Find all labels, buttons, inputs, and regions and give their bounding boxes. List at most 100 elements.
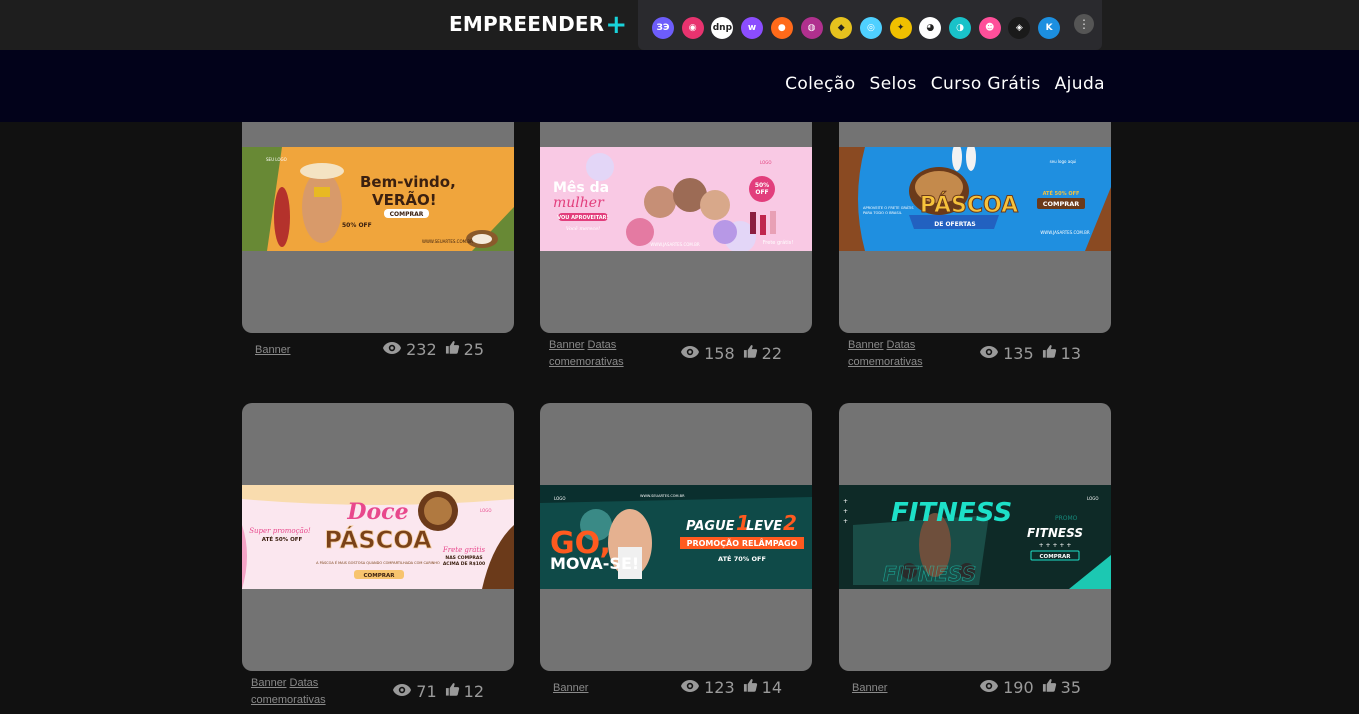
app-icon-13[interactable]: ◈ [1008,17,1031,39]
tag-link[interactable]: Banner [848,339,883,351]
svg-text:LOGO: LOGO [480,508,491,513]
brand-plus-icon: + [605,10,628,40]
app-icon-10[interactable]: ◕ [919,17,942,39]
svg-text:PARA TODO O BRASIL: PARA TODO O BRASIL [863,211,902,215]
views-count: 135 [1003,344,1034,363]
svg-text:COMPRAR: COMPRAR [1043,200,1080,208]
likes-count: 12 [463,682,484,701]
app-icon-1[interactable]: ЗЭ [652,17,674,39]
app-icon-5[interactable]: ● [770,17,793,39]
eye-icon [680,344,700,363]
views-count: 232 [406,340,437,359]
app-icon-8[interactable]: ◎ [859,17,882,39]
likes-count: 13 [1060,344,1081,363]
svg-text:2: 2 [783,511,797,535]
apps-more-icon[interactable]: ⋮ [1074,14,1094,34]
thumbs-up-icon[interactable] [743,344,758,363]
eye-icon [680,678,700,697]
svg-text:ATÉ 50% OFF: ATÉ 50% OFF [262,535,303,543]
card-tags: Banner [852,680,952,697]
svg-text:Bem-vindo,: Bem-vindo, [360,173,456,191]
app-icon-14[interactable]: K [1038,17,1061,39]
banner-card[interactable]: PÁSCOA DE OFERTAS ATÉ 50% OFF COMPRAR se… [839,122,1111,333]
svg-text:LOGO: LOGO [760,160,771,165]
svg-text:VOU APROVEITAR!: VOU APROVEITAR! [557,215,609,221]
svg-text:PAGUE: PAGUE [686,519,735,534]
likes-count: 35 [1060,678,1081,697]
card-stats: 232 25 [382,340,488,359]
svg-text:FITNESS: FITNESS [891,498,1012,528]
svg-text:DE OFERTAS: DE OFERTAS [934,221,975,228]
app-icon-6[interactable]: ◍ [800,17,823,39]
card-stats: 158 22 [680,344,786,363]
thumbs-up-icon[interactable] [445,340,460,359]
svg-text:+: + [843,498,848,505]
svg-text:seu logo aqui: seu logo aqui [1050,159,1077,164]
nav-selos[interactable]: Selos [870,74,917,94]
svg-text:mulher: mulher [553,195,605,211]
tag-link[interactable]: Banner [852,682,887,694]
banner-card[interactable]: Mês da mulher VOU APROVEITAR! Você merec… [540,122,812,333]
svg-text:LOGO: LOGO [1087,496,1098,501]
nav-curso-gratis[interactable]: Curso Grátis [931,74,1041,94]
app-icon-3[interactable]: dnp [711,17,734,39]
banner-card[interactable]: Doce PÁSCOA Super promoção! ATÉ 50% OFF … [242,403,514,671]
views-count: 158 [704,344,735,363]
banner-image[interactable]: Bem-vindo, VERÃO! COMPRAR 50% OFF SEU LO… [242,147,514,251]
svg-text:Doce: Doce [346,499,408,525]
tag-link[interactable]: Banner [255,344,290,356]
eye-icon [979,344,999,363]
main-navbar: Coleção Selos Curso Grátis Ajuda [0,50,1359,122]
thumbs-up-icon[interactable] [445,682,460,701]
svg-text:Você merece!: Você merece! [566,225,600,232]
nav-ajuda[interactable]: Ajuda [1055,74,1105,94]
svg-text:MOVA-SE!: MOVA-SE! [550,554,639,573]
banner-image[interactable]: Doce PÁSCOA Super promoção! ATÉ 50% OFF … [242,485,514,589]
brand-logo[interactable]: EMPREENDER+ [449,12,627,38]
banner-card[interactable]: FITNESS FITNESS PROMO FITNESS + + + + + … [839,403,1111,671]
brand-name: EMPREENDER [449,12,605,36]
svg-text:PÁSCOA: PÁSCOA [920,192,1018,218]
svg-text:Frete grátis: Frete grátis [442,546,486,554]
svg-text:FITNESS: FITNESS [1027,526,1083,540]
svg-text:+: + [843,518,848,525]
svg-text:+: + [843,508,848,515]
card-meta: Banner Datas comemorativas 71 12 [242,673,514,709]
card-meta: Banner 123 14 [540,673,812,709]
svg-text:50%: 50% [755,182,769,189]
tag-link[interactable]: Banner [549,339,584,351]
thumbs-up-icon[interactable] [743,678,758,697]
thumbs-up-icon[interactable] [1042,344,1057,363]
app-icon-11[interactable]: ◑ [949,17,971,39]
likes-count: 25 [463,340,484,359]
svg-text:FITNESS: FITNESS [883,562,976,586]
banner-image[interactable]: GO, MOVA-SE! PAGUE 1 LEVE 2 PROMOÇÃO REL… [540,485,812,589]
app-icon-2[interactable]: ◉ [681,17,704,39]
top-bar: EMPREENDER+ ЗЭ ◉ dnp w ● ◍ ◆ ◎ ✦ ◕ ◑ ☻ ◈ K ⋮ [0,0,1359,50]
svg-text:WWW.JASARTES.COM.BR: WWW.JASARTES.COM.BR [650,242,700,247]
svg-text:ACIMA DE R$100: ACIMA DE R$100 [443,561,485,567]
app-icon-4[interactable]: w [741,17,764,39]
app-icon-9[interactable]: ✦ [889,17,912,39]
banner-image[interactable]: PÁSCOA DE OFERTAS ATÉ 50% OFF COMPRAR se… [839,147,1111,251]
thumbs-up-icon[interactable] [1042,678,1057,697]
banner-card[interactable]: GO, MOVA-SE! PAGUE 1 LEVE 2 PROMOÇÃO REL… [540,403,812,671]
card-meta: Banner Datas comemorativas 135 13 [839,335,1111,371]
card-stats: 123 14 [680,678,786,697]
app-icon-7[interactable]: ◆ [830,17,853,39]
card-tags: Banner Datas comemorativas [848,337,948,371]
card-stats: 190 35 [979,678,1085,697]
tag-link[interactable]: Banner [553,682,588,694]
banner-image[interactable]: FITNESS FITNESS PROMO FITNESS + + + + + … [839,485,1111,589]
nav-colecao[interactable]: Coleção [785,74,855,94]
apps-launcher: ЗЭ ◉ dnp w ● ◍ ◆ ◎ ✦ ◕ ◑ ☻ ◈ K ⋮ [638,0,1102,50]
views-count: 190 [1003,678,1034,697]
card-tags: Banner [553,680,653,697]
banner-image[interactable]: Mês da mulher VOU APROVEITAR! Você merec… [540,147,812,251]
tag-link[interactable]: Banner [251,677,286,689]
svg-text:ATÉ 50% OFF: ATÉ 50% OFF [1043,189,1080,197]
eye-icon [392,682,412,701]
main-nav: Coleção Selos Curso Grátis Ajuda [785,74,1105,94]
banner-card[interactable]: Bem-vindo, VERÃO! COMPRAR 50% OFF SEU LO… [242,122,514,333]
app-icon-12[interactable]: ☻ [978,17,1001,39]
